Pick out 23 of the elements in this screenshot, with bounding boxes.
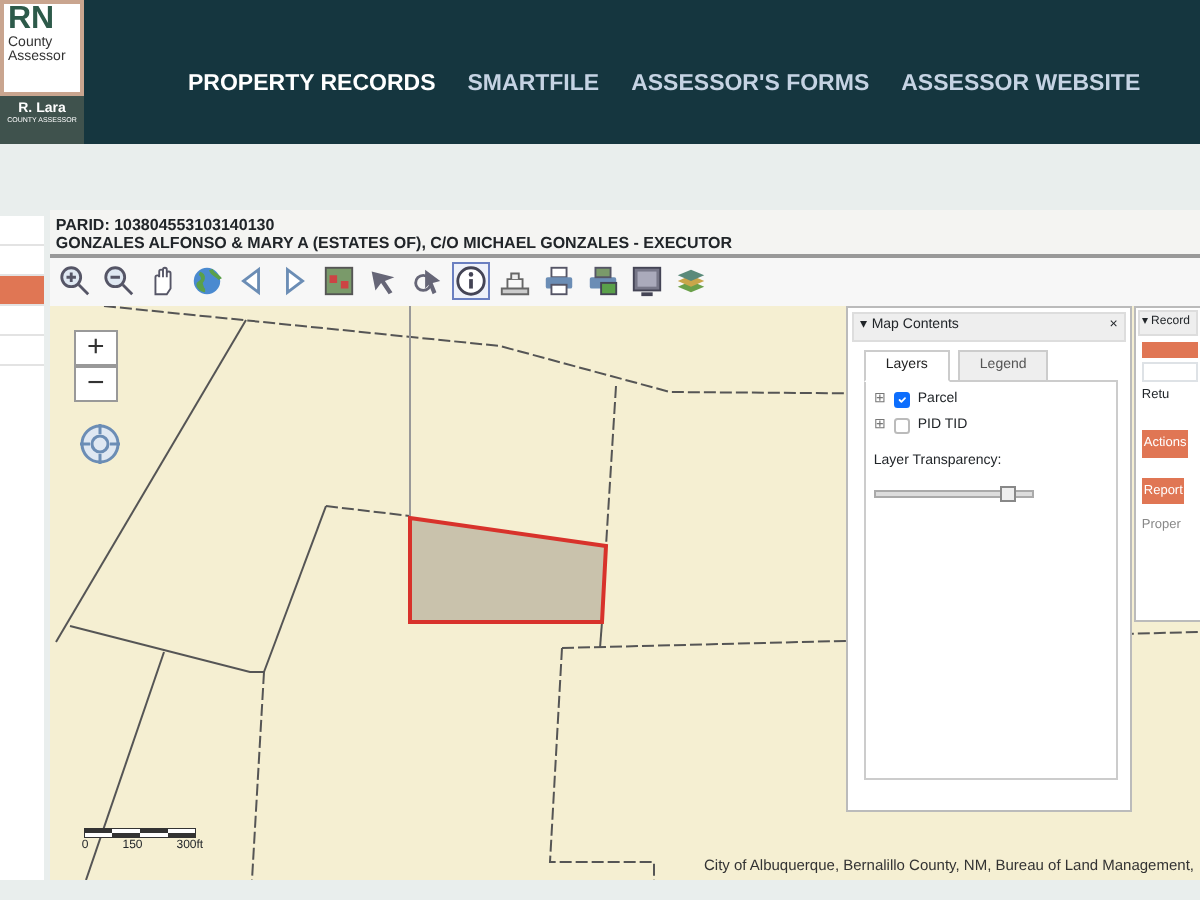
zoom-out-button[interactable]: − [73,366,118,402]
nav-link[interactable]: PROPERTY RECORDS [188,68,436,104]
magnifier-plus-tool[interactable] [55,262,94,300]
nav-link[interactable]: ASSESSOR'S FORMS [631,68,870,104]
map-tool[interactable] [319,262,358,300]
magnifier-minus-tool[interactable] [99,262,138,300]
logo-mark: RN [8,4,57,36]
sidebar-item[interactable] [0,276,44,306]
owner-name: GONZALES ALFONSO & MARY A (ESTATES OF), C/O MICHAEL GONZALES - EXECUTOR [55,234,734,252]
monitor-tool[interactable] [627,262,666,300]
nav-link[interactable]: ASSESSOR WEBSITE [901,68,1141,104]
selected-parcel[interactable] [407,515,608,624]
layer-checkbox[interactable] [893,392,910,409]
parcel-id: PARID: 103804553103140130 [55,216,277,234]
layer-checkbox[interactable] [893,417,910,434]
nav-link[interactable]: SMARTFILE [467,68,600,104]
scale-bar [83,828,196,838]
transparency-slider[interactable] [873,489,1034,497]
locate-icon[interactable] [77,422,122,466]
slider-thumb[interactable] [1000,485,1017,501]
input-field[interactable] [1141,362,1198,382]
info-tool[interactable] [451,262,490,300]
zoom-in-button[interactable]: + [73,330,118,366]
